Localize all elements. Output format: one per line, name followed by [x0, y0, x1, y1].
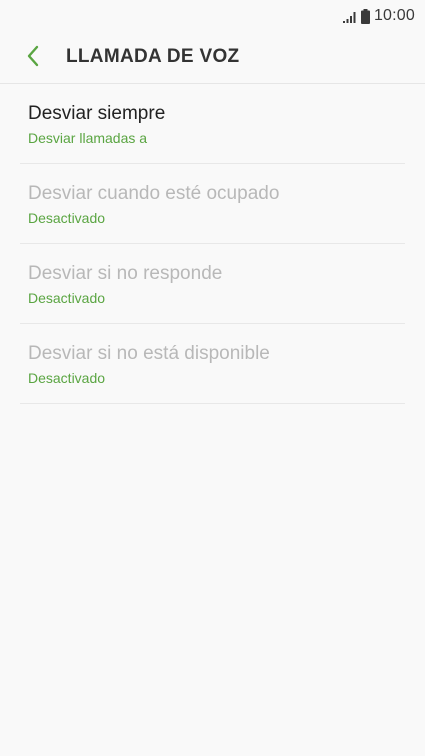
back-button[interactable]: [18, 41, 48, 71]
battery-icon: [360, 8, 370, 24]
list-item-forward-no-answer[interactable]: Desviar si no responde Desactivado: [20, 244, 405, 324]
app-bar: LLAMADA DE VOZ: [0, 32, 425, 84]
item-title: Desviar siempre: [28, 103, 166, 124]
list-item-forward-when-busy[interactable]: Desviar cuando esté ocupado Desactivado: [20, 164, 405, 244]
list-item-forward-unavailable[interactable]: Desviar si no está disponible Desactivad…: [20, 324, 405, 404]
item-subtitle: Desviar llamadas a: [28, 130, 148, 146]
list-item-always-forward[interactable]: Desviar siempre Desviar llamadas a: [20, 84, 405, 164]
status-time: 10:00: [373, 7, 415, 24]
back-chevron-icon: [27, 45, 39, 67]
item-subtitle: Desactivado: [28, 290, 106, 306]
page-title: LLAMADA DE VOZ: [66, 46, 240, 67]
forwarding-options-list: Desviar siempre Desviar llamadas a Desvi…: [0, 84, 425, 404]
status-bar: 10:00: [0, 0, 425, 32]
item-subtitle: Desactivado: [28, 370, 106, 386]
item-title: Desviar cuando esté ocupado: [28, 183, 280, 204]
item-subtitle: Desactivado: [28, 210, 106, 226]
item-title: Desviar si no responde: [28, 263, 223, 284]
item-title: Desviar si no está disponible: [28, 343, 270, 364]
status-indicators: 10:00: [342, 6, 415, 26]
signal-icon: [342, 11, 356, 23]
